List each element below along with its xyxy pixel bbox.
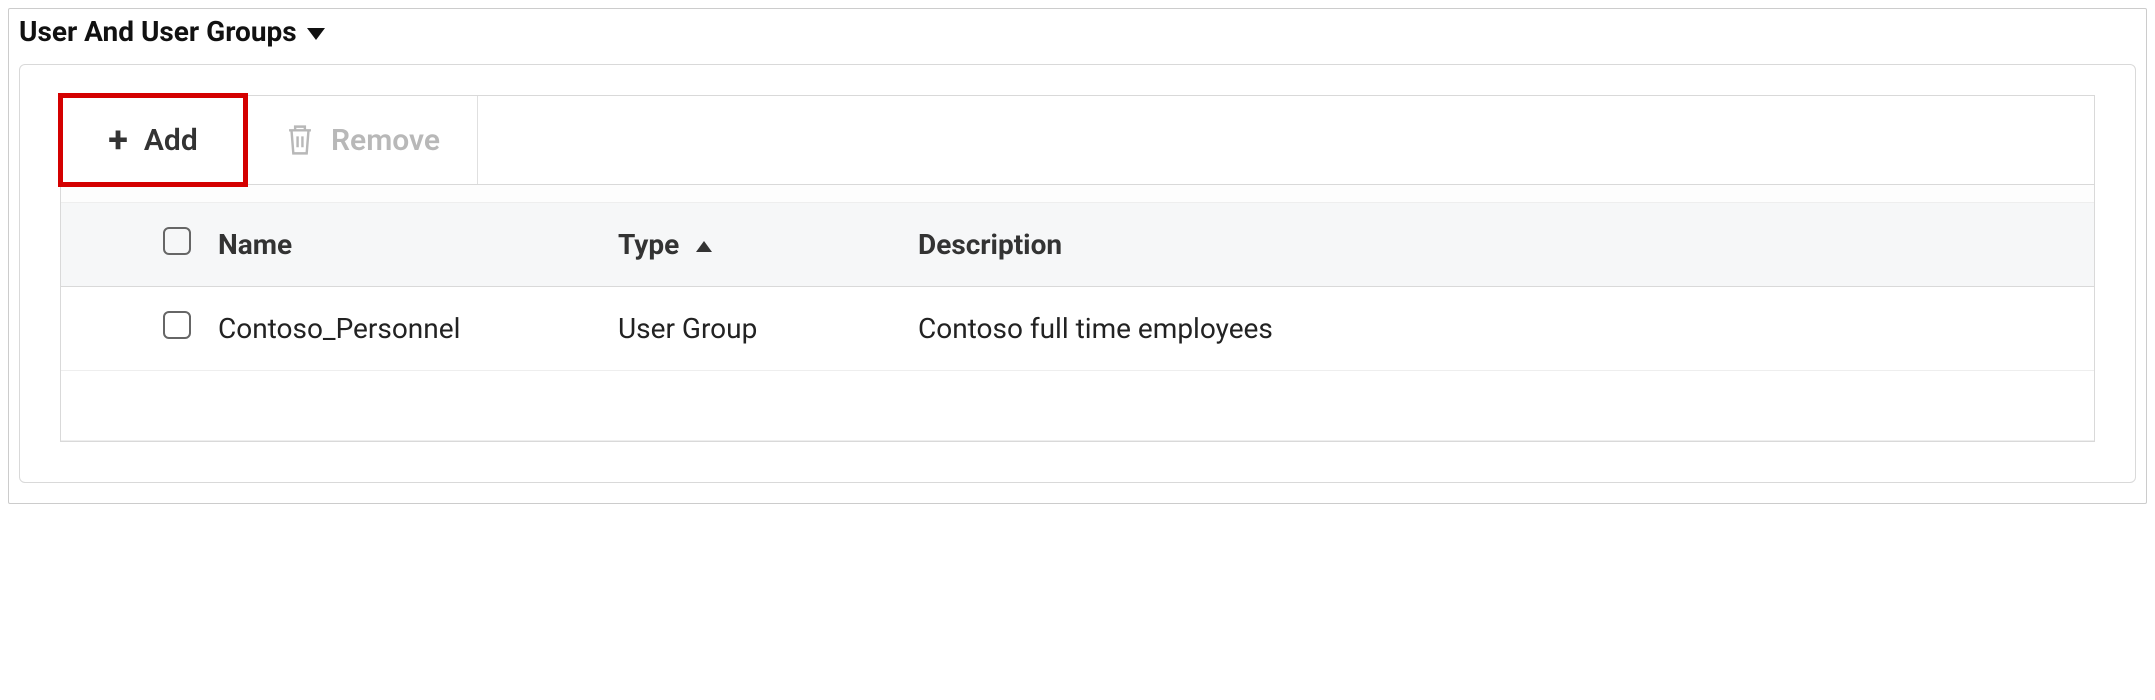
trash-icon: [285, 123, 315, 157]
inner-panel: + Add Remove: [19, 64, 2136, 483]
empty-row: [61, 371, 2094, 441]
cell-type: User Group: [606, 287, 906, 371]
column-header-type[interactable]: Type: [606, 203, 906, 287]
caret-down-icon: [307, 28, 325, 40]
column-header-description[interactable]: Description: [906, 203, 2094, 287]
table-wrapper: Name Type Description: [60, 185, 2095, 442]
row-checkbox[interactable]: [163, 311, 191, 339]
table-spacer: [61, 185, 2094, 203]
toolbar: + Add Remove: [60, 95, 2095, 185]
cell-name: Contoso_Personnel: [206, 287, 606, 371]
user-groups-panel: User And User Groups + Add Remove: [8, 8, 2147, 504]
table-header-row: Name Type Description: [61, 203, 2094, 287]
panel-title: User And User Groups: [19, 15, 297, 48]
plus-icon: +: [108, 122, 128, 158]
remove-button-label: Remove: [331, 123, 440, 158]
cell-description: Contoso full time employees: [906, 287, 2094, 371]
user-groups-table: Name Type Description: [61, 203, 2094, 441]
remove-button: Remove: [248, 96, 478, 184]
table-row[interactable]: Contoso_Personnel User Group Contoso ful…: [61, 287, 2094, 371]
select-all-checkbox[interactable]: [163, 227, 191, 255]
panel-header[interactable]: User And User Groups: [19, 13, 2136, 64]
column-header-name[interactable]: Name: [206, 203, 606, 287]
add-button-label: Add: [144, 123, 198, 158]
add-button[interactable]: + Add: [58, 93, 248, 187]
sort-ascending-icon: [696, 241, 712, 252]
